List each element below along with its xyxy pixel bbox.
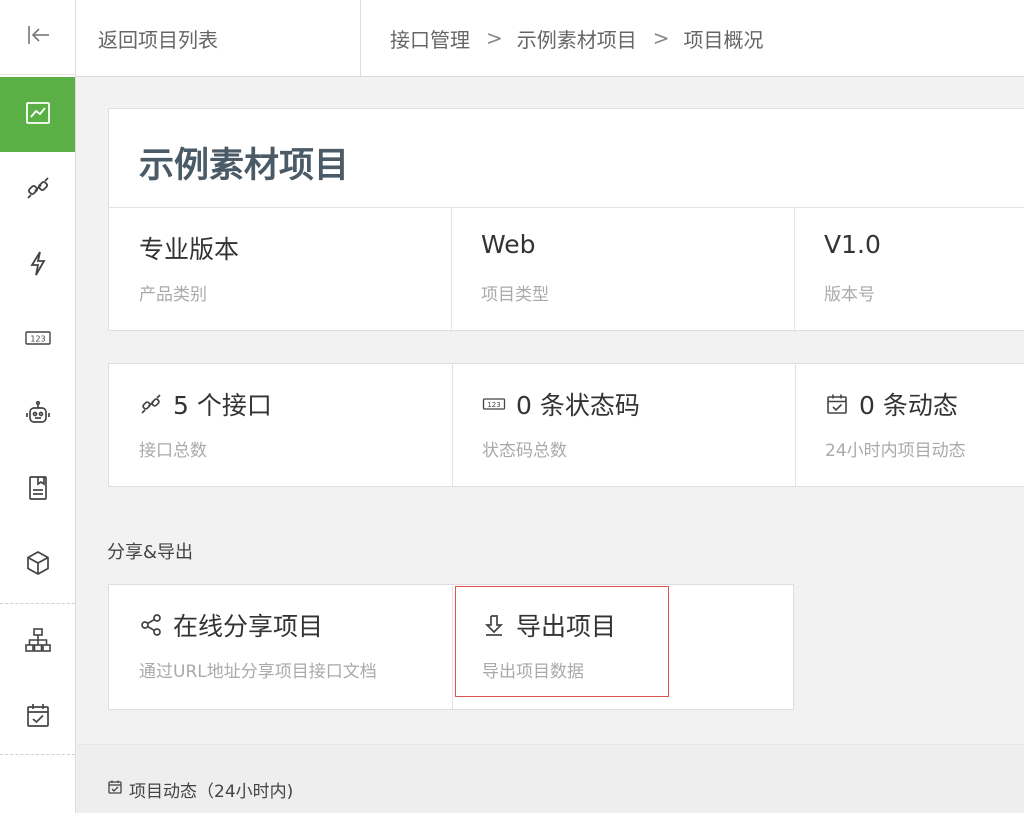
info-label: 项目类型	[481, 285, 549, 305]
share-export-section-title: 分享&导出	[107, 542, 194, 563]
robot-icon	[23, 398, 53, 432]
back-to-project-list-link[interactable]: 返回项目列表	[76, 0, 361, 76]
download-icon	[482, 613, 506, 637]
info-value: Web	[481, 230, 536, 259]
svg-text:123: 123	[487, 401, 500, 409]
activity-section: 项目动态（24小时内)	[77, 744, 1024, 813]
project-info-card: 示例素材项目 专业版本 产品类别 Web 项目类型 V1.0 版本号	[108, 108, 1024, 332]
share-project-button[interactable]: 在线分享项目 通过URL地址分享项目接口文档	[109, 585, 452, 707]
activity-title: 项目动态（24小时内)	[129, 782, 294, 802]
collapse-sidebar-button[interactable]	[0, 0, 75, 75]
sidebar-item-activity[interactable]	[0, 679, 75, 754]
link-icon	[23, 173, 53, 207]
lightning-icon	[23, 248, 53, 282]
stat-status-codes[interactable]: 123 0 条状态码 状态码总数	[452, 364, 795, 486]
sidebar-item-api[interactable]	[0, 152, 75, 227]
info-product-category: 专业版本 产品类别	[109, 208, 451, 330]
collapse-left-icon	[23, 20, 53, 54]
stat-activities[interactable]: 0 条动态 24小时内项目动态	[795, 364, 1024, 486]
share-description: 通过URL地址分享项目接口文档	[139, 662, 377, 682]
info-value: V1.0	[824, 230, 881, 259]
breadcrumb-separator: >	[652, 26, 670, 50]
sidebar-item-structure[interactable]	[0, 604, 75, 679]
link-icon	[139, 392, 163, 416]
calendar-check-icon	[107, 779, 129, 800]
info-label: 版本号	[824, 285, 875, 305]
info-project-type: Web 项目类型	[451, 208, 794, 330]
top-bar: 返回项目列表 接口管理 > 示例素材项目 > 项目概况	[76, 0, 1024, 77]
breadcrumb-separator: >	[486, 26, 503, 50]
activity-header: 项目动态（24小时内)	[107, 777, 293, 802]
export-project-button[interactable]: 导出项目 导出项目数据	[452, 585, 794, 707]
share-icon	[139, 613, 163, 637]
export-title: 导出项目	[516, 612, 617, 641]
breadcrumb: 接口管理 > 示例素材项目 > 项目概况	[390, 0, 764, 76]
stat-interfaces[interactable]: 5 个接口 接口总数	[109, 364, 452, 486]
stat-value: 0 条状态码	[516, 391, 640, 420]
code-123-icon: 123	[482, 392, 506, 416]
sidebar-item-robot[interactable]	[0, 377, 75, 452]
info-version: V1.0 版本号	[794, 208, 1024, 330]
export-description: 导出项目数据	[482, 662, 584, 682]
info-label: 产品类别	[139, 285, 207, 305]
chart-icon	[23, 98, 53, 132]
project-stats-card: 5 个接口 接口总数 123 0 条状态码 状态码总数 0 条动态 24小时内项…	[108, 363, 1024, 487]
breadcrumb-item-api-management[interactable]: 接口管理	[390, 24, 470, 53]
stat-label: 接口总数	[139, 441, 207, 461]
sidebar-item-automation[interactable]	[0, 227, 75, 302]
document-icon	[23, 473, 53, 507]
code-123-icon: 123	[23, 323, 53, 357]
share-export-card: 在线分享项目 通过URL地址分享项目接口文档 导出项目 导出项目数据	[108, 584, 794, 710]
sidebar-item-docs[interactable]	[0, 452, 75, 527]
sidebar-item-components[interactable]	[0, 527, 75, 602]
sidebar-divider	[0, 754, 75, 755]
sidebar: 123	[0, 0, 76, 813]
stat-label: 24小时内项目动态	[825, 441, 966, 461]
svg-text:123: 123	[30, 334, 45, 343]
stat-value: 0 条动态	[859, 391, 958, 420]
calendar-check-icon	[23, 700, 53, 734]
share-title: 在线分享项目	[173, 612, 324, 641]
box-icon	[23, 548, 53, 582]
stat-label: 状态码总数	[482, 441, 567, 461]
sidebar-item-overview[interactable]	[0, 77, 75, 152]
calendar-check-icon	[825, 392, 849, 416]
sidebar-item-status-codes[interactable]: 123	[0, 302, 75, 377]
stat-value: 5 个接口	[173, 391, 272, 420]
breadcrumb-item-overview: 项目概况	[683, 27, 764, 52]
info-value: 专业版本	[139, 235, 240, 264]
project-title: 示例素材项目	[139, 146, 350, 186]
breadcrumb-item-project[interactable]: 示例素材项目	[517, 24, 637, 53]
sitemap-icon	[23, 625, 53, 659]
